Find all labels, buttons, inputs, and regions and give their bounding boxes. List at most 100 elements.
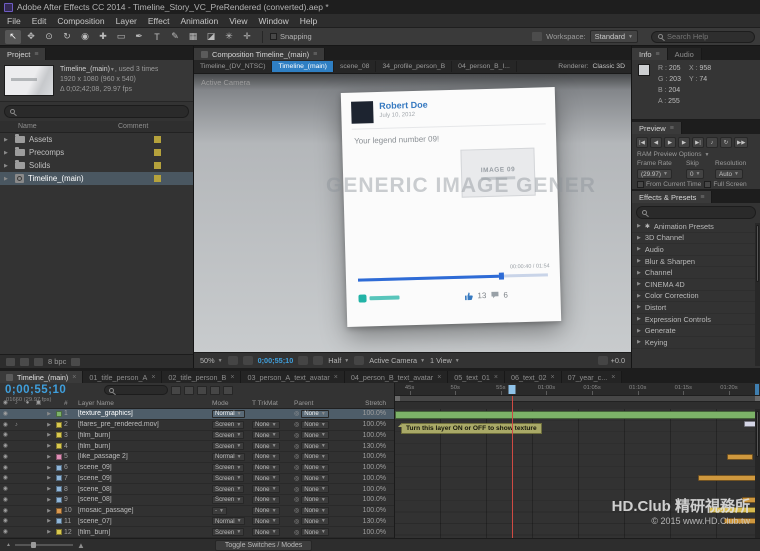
close-icon[interactable]: × [334, 374, 338, 381]
pickwhip-icon[interactable]: ◎ [294, 421, 299, 428]
panel-menu-icon[interactable]: ≡ [656, 51, 660, 58]
video-switch[interactable]: ◉ [0, 497, 11, 503]
label-color-chip[interactable] [56, 465, 62, 471]
pickwhip-icon[interactable]: ◎ [294, 507, 299, 514]
pickwhip-icon[interactable]: ◎ [294, 475, 299, 482]
column-layer-name[interactable]: Layer Name [78, 400, 212, 407]
first-frame-button[interactable]: |◀ [636, 137, 648, 148]
panel-menu-icon[interactable]: ≡ [700, 194, 704, 201]
layer-name[interactable]: [scene_08] [78, 496, 212, 503]
pickwhip-icon[interactable]: ◎ [294, 496, 299, 503]
parent-dropdown[interactable]: None▼ [301, 474, 329, 482]
twirl-icon[interactable]: ▶ [637, 304, 641, 310]
layer-row[interactable]: ◉▶7[scene_09]Screen▼None▼◎None▼100.0% [0, 474, 394, 485]
video-switch[interactable]: ◉ [0, 508, 11, 514]
label-color-chip[interactable] [56, 486, 62, 492]
timeline-tab[interactable]: 03_person_A_text_avatar× [241, 371, 344, 383]
layer-duration-bar[interactable] [727, 454, 753, 460]
frame-blending-icon[interactable] [210, 386, 220, 395]
twirl-icon[interactable]: ▶ [44, 475, 54, 481]
layer-name[interactable]: [mosaic_passage] [78, 507, 212, 514]
video-switch[interactable]: ◉ [0, 518, 11, 524]
stretch-value[interactable]: 100.0% [350, 507, 394, 514]
menu-layer[interactable]: Layer [116, 16, 137, 26]
roto-brush-tool[interactable]: ✳ [221, 30, 237, 44]
time-ruler[interactable]: 45s50s55s01:00s01:05s01:10s01:15s01:20s [395, 383, 760, 396]
zoom-out-icon[interactable]: ▲ [6, 542, 11, 548]
composition-viewport[interactable]: Active Camera Robert Doe July 10, 2012 Y… [194, 74, 631, 352]
layer-duration-bar[interactable] [395, 411, 760, 419]
new-folder-icon[interactable] [20, 358, 29, 366]
pen-tool[interactable]: ✒ [131, 30, 147, 44]
fx-category[interactable]: ▶Blur & Sharpen [632, 256, 760, 268]
timeline-zoom-control[interactable]: ▲ ▲ [6, 541, 85, 550]
stretch-value[interactable]: 100.0% [350, 410, 394, 417]
label-color-chip[interactable] [56, 422, 62, 428]
label-color-chip[interactable] [154, 136, 161, 143]
twirl-icon[interactable]: ▶ [637, 235, 641, 241]
trkmat-dropdown[interactable]: None▼ [252, 507, 280, 515]
menu-effect[interactable]: Effect [148, 16, 170, 26]
fx-category[interactable]: ▶Audio [632, 244, 760, 256]
stretch-value[interactable]: 100.0% [350, 486, 394, 493]
last-frame-button[interactable]: ▶| [692, 137, 704, 148]
stretch-value[interactable]: 100.0% [350, 421, 394, 428]
label-color-chip[interactable] [154, 175, 161, 182]
layer-name[interactable]: [scene_08] [78, 486, 212, 493]
mode-dropdown[interactable]: Normal▼ [212, 517, 245, 525]
label-color-chip[interactable] [56, 454, 62, 460]
label-color-chip[interactable] [56, 432, 62, 438]
tab-effects-presets[interactable]: Effects & Presets ≡ [632, 191, 712, 203]
fx-category[interactable]: ▶✱Animation Presets [632, 221, 760, 233]
frame-rate-dropdown[interactable]: (29.97)▼ [637, 169, 672, 179]
mode-dropdown[interactable]: Screen▼ [212, 474, 244, 482]
timeline-tab[interactable]: 04_person_B_text_avatar× [345, 371, 448, 383]
parent-dropdown[interactable]: None▼ [301, 431, 329, 439]
rotation-tool[interactable]: ↻ [59, 30, 75, 44]
layer-name[interactable]: [scene_09] [78, 475, 212, 482]
clone-stamp-tool[interactable]: ▦ [185, 30, 201, 44]
layer-name[interactable]: [film_burn] [78, 432, 212, 439]
hand-tool[interactable]: ✥ [23, 30, 39, 44]
column-number[interactable]: # [64, 400, 78, 407]
fx-category[interactable]: ▶Channel [632, 267, 760, 279]
hide-shy-layers-icon[interactable] [197, 386, 207, 395]
twirl-icon[interactable]: ▶ [44, 454, 54, 460]
workspace-dropdown[interactable]: Standard ▼ [590, 30, 638, 43]
trkmat-dropdown[interactable]: None▼ [252, 431, 280, 439]
full-screen-toggle[interactable]: Full Screen [704, 181, 746, 188]
layer-row[interactable]: ◉▶1[texture_graphics]Normal▼◎None▼100.0% [0, 409, 394, 420]
resolution-preview-dropdown[interactable]: Auto▼ [715, 169, 743, 179]
trkmat-dropdown[interactable]: None▼ [252, 474, 280, 482]
mode-dropdown[interactable]: Screen▼ [212, 442, 244, 450]
comp-mini-flowchart-icon[interactable] [171, 386, 181, 395]
type-tool[interactable]: T [149, 30, 165, 44]
twirl-icon[interactable]: ▶ [637, 246, 641, 252]
renderer-value[interactable]: Classic 3D [593, 63, 625, 70]
stretch-value[interactable]: 100.0% [350, 475, 394, 482]
close-icon[interactable]: × [494, 374, 498, 381]
pickwhip-icon[interactable]: ◎ [294, 443, 299, 450]
trkmat-dropdown[interactable]: None▼ [252, 528, 280, 536]
timeline-tab[interactable]: 07_year_c...× [562, 371, 623, 383]
mode-dropdown[interactable]: Normal▼ [212, 410, 245, 418]
scrollbar-thumb[interactable] [756, 411, 759, 457]
snapping-toggle[interactable]: Snapping [270, 32, 312, 41]
parent-dropdown[interactable]: None▼ [301, 517, 329, 525]
current-time-display[interactable]: 0;00;55;10 [5, 384, 66, 396]
layer-name[interactable]: [texture_graphics] [78, 410, 212, 417]
layer-name[interactable]: [film_burn] [78, 529, 212, 536]
fx-category[interactable]: ▶Distort [632, 302, 760, 314]
next-frame-button[interactable]: ▶ [678, 137, 690, 148]
eraser-tool[interactable]: ◪ [203, 30, 219, 44]
twirl-icon[interactable]: ▶ [637, 258, 641, 264]
stretch-value[interactable]: 100.0% [350, 432, 394, 439]
fx-category[interactable]: ▶Expression Controls [632, 314, 760, 326]
comp-tab[interactable]: scene_08 [334, 61, 376, 72]
column-stretch[interactable]: Stretch [350, 400, 394, 407]
twirl-icon[interactable]: ▶ [44, 508, 54, 514]
label-color-chip[interactable] [56, 443, 62, 449]
menu-window[interactable]: Window [259, 16, 289, 26]
layer-row[interactable]: ◉▶3[film_burn]Screen▼None▼◎None▼100.0% [0, 431, 394, 442]
trkmat-dropdown[interactable]: None▼ [252, 453, 280, 461]
